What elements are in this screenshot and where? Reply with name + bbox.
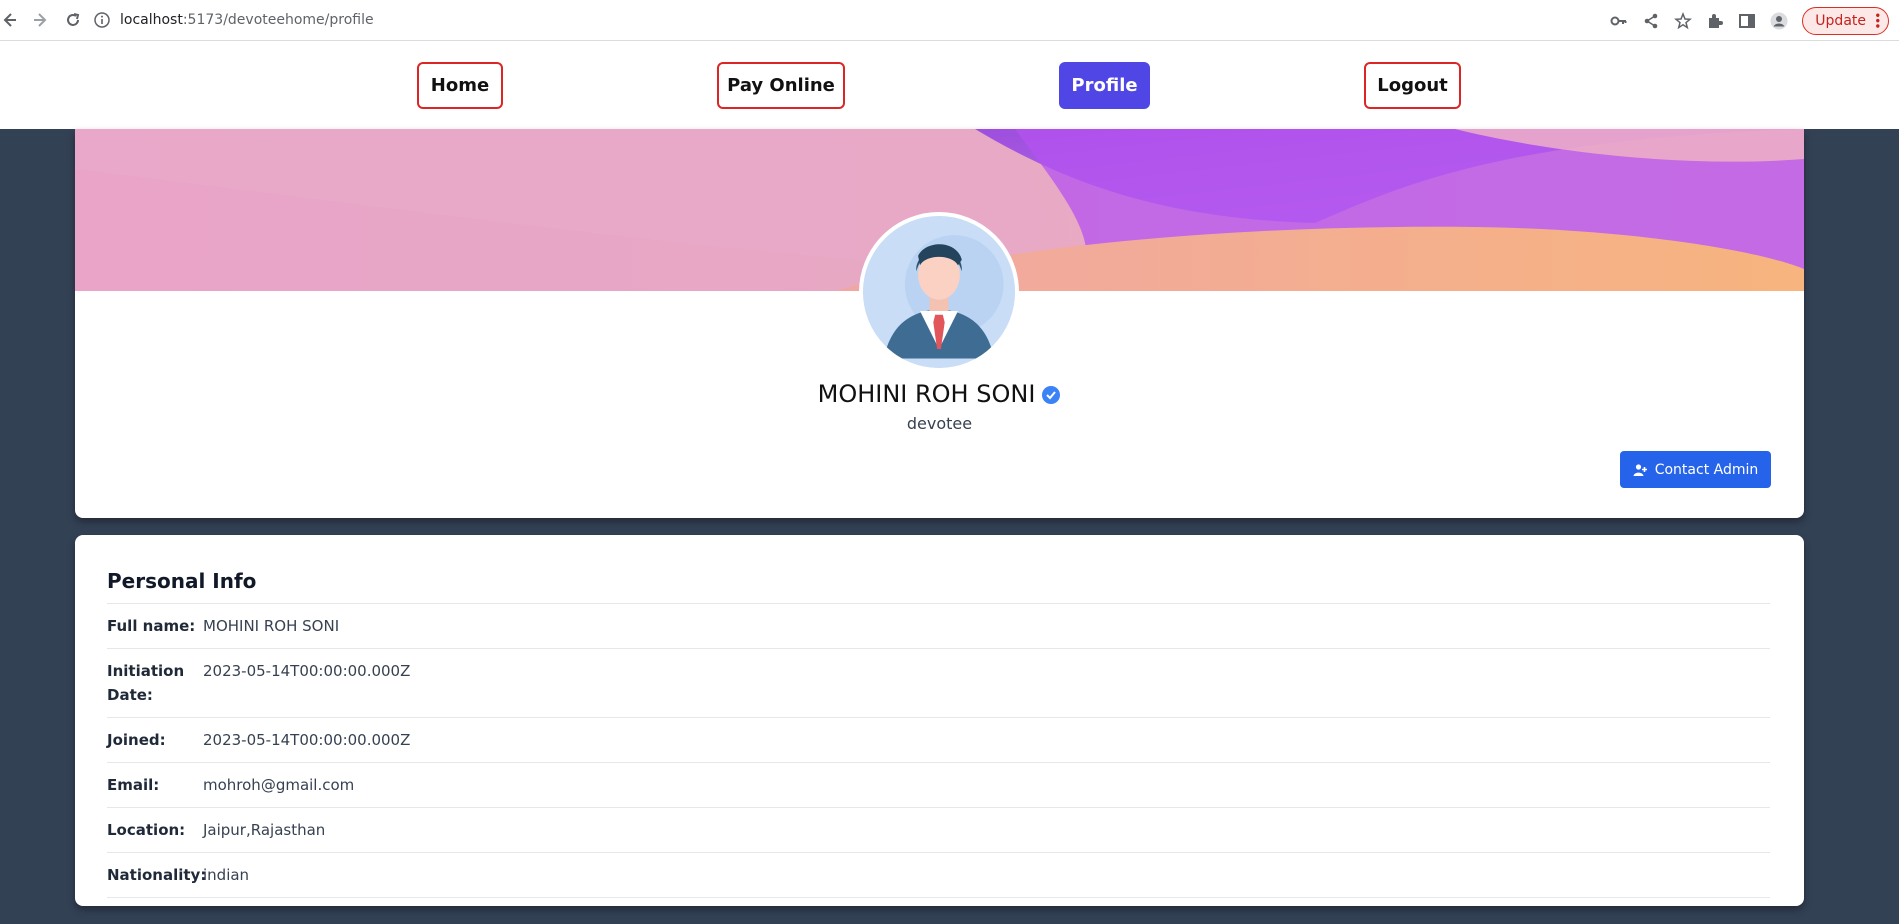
info-label: Initiation Date:	[107, 662, 185, 704]
info-value: 2023-05-14T00:00:00.000Z	[203, 731, 411, 749]
info-label: Joined:	[107, 731, 166, 749]
info-value: indian	[203, 866, 250, 884]
profile-card: MOHINI ROH SONI devotee Contact Admin	[75, 129, 1804, 518]
profile-name-heading: MOHINI ROH SONI	[75, 380, 1804, 408]
update-button[interactable]: Update •••	[1802, 6, 1889, 35]
verified-badge-icon	[1042, 386, 1061, 404]
profile-avatar-icon[interactable]	[1770, 12, 1788, 30]
nav-logout-button[interactable]: Logout	[1364, 62, 1461, 109]
info-row-full-name: Full name: MOHINI ROH SONI	[107, 604, 1770, 649]
back-icon[interactable]	[0, 11, 18, 29]
nav-pay-online-button[interactable]: Pay Online	[717, 62, 845, 109]
key-icon[interactable]	[1610, 12, 1628, 30]
info-value: 2023-05-14T00:00:00.000Z	[203, 662, 411, 680]
side-panel-icon[interactable]	[1738, 12, 1756, 30]
info-label: Nationality:	[107, 866, 207, 884]
info-row-joined: Joined: 2023-05-14T00:00:00.000Z	[107, 718, 1770, 763]
contact-admin-button[interactable]: Contact Admin	[1620, 451, 1771, 488]
site-info-icon[interactable]	[94, 12, 110, 28]
browser-actions: Update •••	[1610, 0, 1889, 41]
url-host: localhost	[120, 12, 183, 28]
info-value: mohroh@gmail.com	[203, 776, 355, 794]
top-navigation: Home Pay Online Profile Logout	[0, 41, 1899, 129]
nav-home-button[interactable]: Home	[417, 62, 503, 109]
forward-icon[interactable]	[32, 11, 50, 29]
personal-info-list: Full name: MOHINI ROH SONI Initiation Da…	[107, 603, 1770, 898]
more-menu-icon: •••	[1871, 12, 1882, 29]
profile-name: MOHINI ROH SONI	[817, 380, 1036, 408]
share-icon[interactable]	[1642, 12, 1660, 30]
info-label: Email:	[107, 776, 160, 794]
user-add-icon	[1633, 463, 1647, 476]
contact-admin-label: Contact Admin	[1654, 461, 1759, 478]
nav-profile-button[interactable]: Profile	[1059, 62, 1150, 109]
bookmark-star-icon[interactable]	[1674, 11, 1693, 30]
user-avatar-illustration	[863, 216, 1015, 368]
extensions-icon[interactable]	[1706, 12, 1724, 30]
personal-info-card: Personal Info Full name: MOHINI ROH SONI…	[75, 535, 1804, 906]
personal-info-title: Personal Info	[107, 569, 257, 593]
address-bar[interactable]: localhost:5173/devoteehome/profile	[94, 5, 374, 35]
info-row-email: Email: mohroh@gmail.com	[107, 763, 1770, 808]
browser-nav-buttons	[0, 11, 88, 29]
info-row-initiation-date: Initiation Date: 2023-05-14T00:00:00.000…	[107, 649, 1770, 718]
info-value: Jaipur,Rajasthan	[203, 821, 326, 839]
avatar	[859, 212, 1019, 372]
profile-role: devotee	[906, 414, 973, 433]
info-row-nationality: Nationality: indian	[107, 853, 1770, 898]
url-path: :5173/devoteehome/profile	[182, 12, 374, 28]
info-label: Full name:	[107, 617, 196, 635]
info-label: Location:	[107, 821, 186, 839]
info-value: MOHINI ROH SONI	[203, 617, 340, 635]
info-row-location: Location: Jaipur,Rajasthan	[107, 808, 1770, 853]
update-label: Update	[1815, 12, 1866, 29]
browser-toolbar: localhost:5173/devoteehome/profile Updat…	[0, 0, 1899, 41]
reload-icon[interactable]	[64, 11, 82, 29]
